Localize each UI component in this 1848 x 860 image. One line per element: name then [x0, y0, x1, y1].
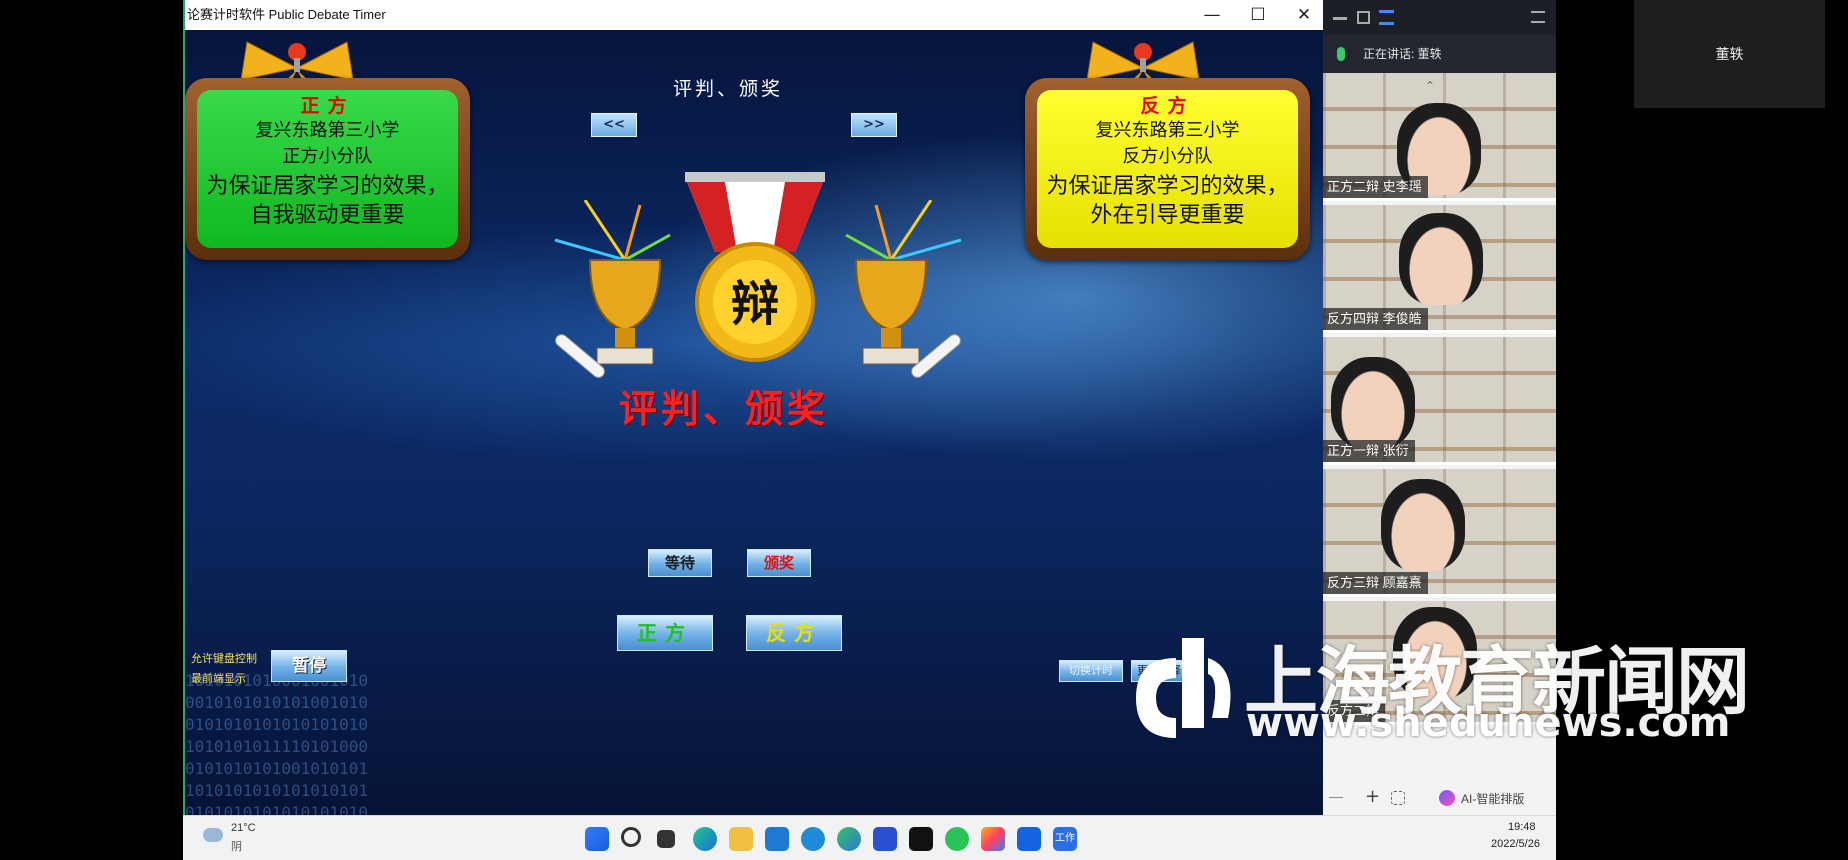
allow-keyboard-option[interactable]: 允许键盘控制	[191, 650, 257, 666]
taskbar: 21°C 阴 工作 19:48 2022/5/26	[183, 815, 1556, 860]
minimize-icon[interactable]	[1333, 17, 1347, 20]
participant-label: 正方二辩 史李瑶	[1323, 176, 1428, 198]
prev-stage-button[interactable]: <<	[591, 113, 637, 137]
next-stage-button[interactable]: >>	[851, 113, 897, 137]
clock-time[interactable]: 19:48	[1508, 821, 1536, 833]
participant-label: 反方四辩 李俊皓	[1323, 308, 1428, 330]
windows-start-icon[interactable]	[585, 827, 609, 851]
file-explorer-icon[interactable]	[729, 827, 753, 851]
chevron-up-icon[interactable]: ⌃	[1425, 79, 1435, 93]
meeting-toolbar	[1323, 0, 1556, 35]
plus-icon[interactable]: +	[1365, 786, 1380, 807]
layout-icon[interactable]	[1379, 10, 1394, 25]
medal-character: 辩	[731, 276, 779, 332]
pro-team-board: 正方 复兴东路第三小学 正方小分队 为保证居家学习的效果，自我驱动更重要	[185, 78, 470, 260]
big-stage-title: 评判、颁奖	[619, 386, 830, 431]
wechat-icon[interactable]	[945, 827, 969, 851]
pro-side-label: 正方	[300, 95, 355, 117]
globe-icon[interactable]	[837, 827, 861, 851]
watermark-url: www.shedunews.com	[1246, 700, 1731, 746]
window-titlebar[interactable]: 论赛计时软件 Public Debate Timer	[185, 0, 1323, 30]
weather-icon	[203, 828, 223, 842]
pro-school: 复兴东路第三小学	[255, 120, 400, 141]
participant-label: 反方三辩 顾嘉熹	[1323, 572, 1428, 594]
speaker-name: 董轶	[1715, 46, 1744, 62]
participant-tile[interactable]: 反方三辩 顾嘉熹	[1323, 469, 1556, 597]
mail-icon[interactable]	[765, 827, 789, 851]
window-icon[interactable]	[1357, 11, 1370, 24]
participant-tile[interactable]: 正方一辩 张衍	[1323, 337, 1556, 465]
switch-timer-button[interactable]: 切换计时	[1059, 660, 1123, 682]
minimize-button[interactable]: —	[1189, 0, 1235, 30]
trophy-right-icon	[845, 200, 962, 378]
pro-team-name: 正方小分队	[282, 146, 373, 167]
store-icon[interactable]	[873, 827, 897, 851]
pro-topic: 为保证居家学习的效果，自我驱动更重要	[206, 174, 449, 228]
con-topic: 为保证居家学习的效果，外在引导更重要	[1046, 174, 1289, 228]
maximize-button[interactable]: ☐	[1235, 0, 1281, 30]
meeting-app-icon[interactable]	[1017, 827, 1041, 851]
clock-date[interactable]: 2022/5/26	[1491, 838, 1540, 850]
participant-tile[interactable]: 反方四辩 李俊皓	[1323, 205, 1556, 333]
con-team-board: 反方 复兴东路第三小学 反方小分队 为保证居家学习的效果，外在引导更重要	[1025, 78, 1310, 260]
con-button[interactable]: 反方	[746, 615, 842, 651]
speaking-label: 正在讲话: 董轶	[1363, 47, 1442, 61]
menu-icon[interactable]	[1531, 11, 1545, 23]
microphone-icon	[1337, 47, 1345, 61]
fit-icon[interactable]	[1391, 791, 1405, 805]
wait-button[interactable]: 等待	[648, 549, 712, 577]
capcut-icon[interactable]	[909, 827, 933, 851]
search-icon[interactable]	[621, 827, 641, 847]
weather-desc: 阴	[231, 841, 242, 853]
binary-decoration: 1010101010001001010 0010101010101001010 …	[185, 671, 369, 815]
weather-temp[interactable]: 21°C	[231, 822, 256, 834]
minus-icon[interactable]	[1329, 797, 1343, 798]
con-team-name: 反方小分队	[1122, 146, 1213, 167]
trophy-left-icon	[554, 200, 671, 378]
topmost-option[interactable]: 最前端显示	[191, 670, 246, 686]
con-school: 复兴东路第三小学	[1095, 120, 1240, 141]
close-button[interactable]: ✕	[1281, 0, 1323, 30]
speaker-video[interactable]: 董轶	[1634, 0, 1825, 108]
colorful-app-icon[interactable]	[981, 827, 1005, 851]
pro-button[interactable]: 正方	[617, 615, 713, 651]
ai-icon	[1439, 790, 1455, 806]
stage-title: 评判、颁奖	[673, 78, 784, 100]
window-title: 论赛计时软件 Public Debate Timer	[187, 7, 386, 22]
award-button[interactable]: 颁奖	[747, 549, 811, 577]
work-app-icon[interactable]: 工作	[1053, 827, 1077, 851]
task-view-icon[interactable]	[657, 830, 675, 848]
participant-video	[1381, 479, 1465, 571]
shedunews-logo-icon	[1136, 638, 1231, 738]
meeting-bottom-bar: + AI-智能排版	[1323, 780, 1556, 816]
participant-video	[1399, 213, 1483, 305]
con-side-label: 反方	[1140, 95, 1195, 117]
ie-icon[interactable]	[801, 827, 825, 851]
medal-icon: 辩	[685, 172, 825, 362]
participant-label: 正方一辩 张衍	[1323, 440, 1415, 462]
speaking-indicator: 正在讲话: 董轶	[1323, 35, 1556, 73]
participant-tile[interactable]: ⌃ 正方二辩 史李瑶	[1323, 73, 1556, 201]
pause-button[interactable]: 暂停	[271, 650, 347, 682]
edge-icon[interactable]	[693, 827, 717, 851]
participant-video	[1331, 357, 1415, 449]
ai-layout-button[interactable]: AI-智能排版	[1461, 790, 1524, 807]
